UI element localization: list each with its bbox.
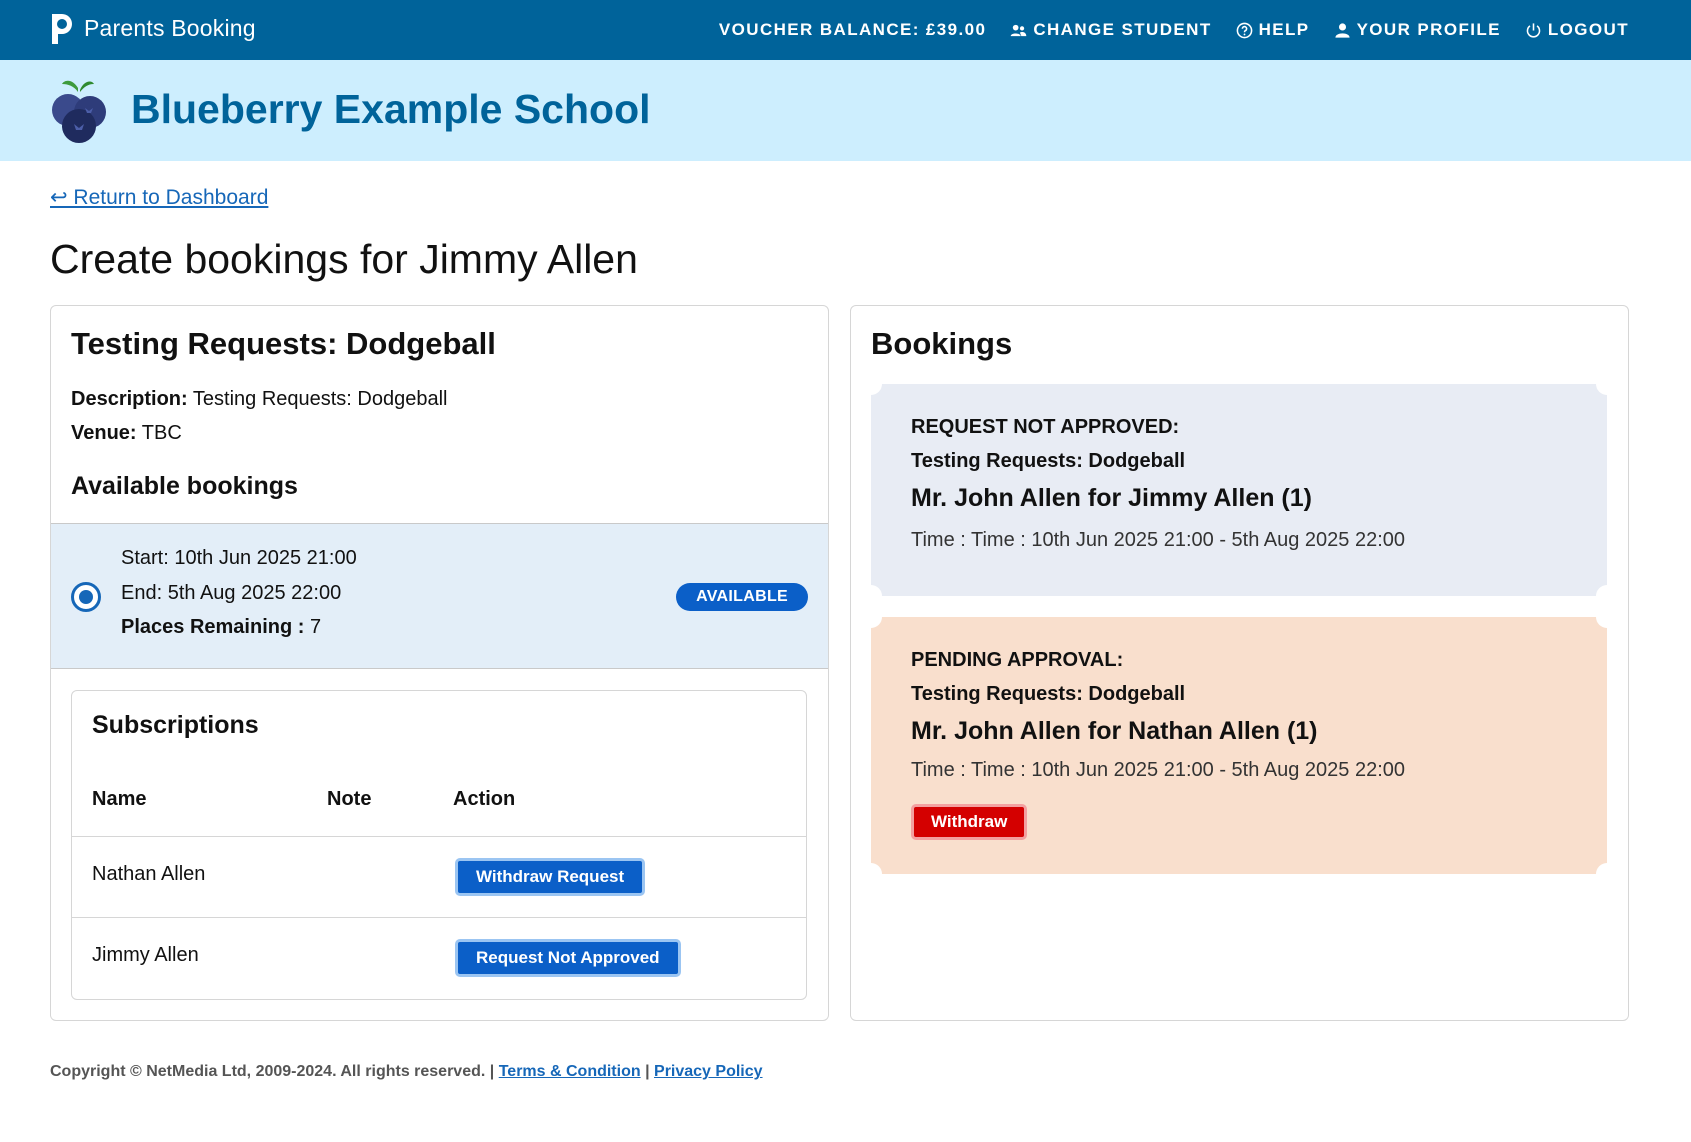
help-link[interactable]: HELP — [1236, 20, 1310, 40]
event-card: Testing Requests: Dodgeball Description:… — [50, 305, 829, 1021]
help-label: HELP — [1258, 20, 1310, 39]
request-not-approved-button[interactable]: Request Not Approved — [455, 939, 681, 977]
venue-value: TBC — [141, 422, 182, 444]
voucher-balance[interactable]: VOUCHER BALANCE: £39.00 — [719, 20, 986, 40]
event-venue: Venue: TBC — [71, 422, 182, 445]
event-title: Testing Requests: Dodgeball — [71, 326, 496, 361]
subscriptions-title: Subscriptions — [92, 711, 259, 739]
privacy-link[interactable]: Privacy Policy — [654, 1063, 763, 1080]
subscriber-name: Nathan Allen — [92, 863, 206, 885]
booking-status: REQUEST NOT APPROVED: — [911, 416, 1180, 438]
booking-time: Time : Time : 10th Jun 2025 21:00 - 5th … — [911, 759, 1406, 781]
places-value: 7 — [309, 616, 322, 638]
return-to-dashboard-link[interactable]: ↩ Return to Dashboard — [50, 185, 268, 210]
blueberry-logo-icon — [52, 80, 106, 143]
column-header-note: Note — [327, 788, 372, 810]
users-icon — [1011, 24, 1027, 36]
table-row: Jimmy Allen Request Not Approved — [72, 917, 806, 998]
booking-status: PENDING APPROVAL: — [911, 649, 1124, 671]
terms-link[interactable]: Terms & Condition — [499, 1063, 641, 1080]
withdraw-request-button[interactable]: Withdraw Request — [455, 858, 646, 896]
column-header-action: Action — [453, 788, 516, 810]
voucher-balance-label: VOUCHER BALANCE: £39.00 — [718, 20, 987, 39]
booking-time: Time : Time : 10th Jun 2025 21:00 - 5th … — [911, 529, 1406, 551]
ticket-notch — [1596, 373, 1618, 395]
ticket-notch — [860, 373, 882, 395]
ticket-notch — [1596, 606, 1618, 628]
logout-label: LOGOUT — [1547, 20, 1629, 39]
footer-separator: | — [645, 1063, 650, 1080]
slot-radio[interactable] — [71, 582, 101, 612]
booking-ticket-pending: PENDING APPROVAL: Testing Requests: Dodg… — [860, 606, 1618, 885]
venue-label: Venue: — [71, 422, 137, 444]
subscriptions-panel: Subscriptions Name Note Action Nathan Al… — [71, 690, 807, 1000]
ticket-notch — [1596, 585, 1618, 607]
footer: Copyright © NetMedia Ltd, 2009-2024. All… — [50, 1063, 763, 1081]
available-badge: AVAILABLE — [676, 583, 808, 611]
top-navbar: Parents Booking VOUCHER BALANCE: £39.00 … — [0, 0, 1691, 60]
slot-places: Places Remaining : 7 — [121, 616, 321, 639]
change-student-label: CHANGE STUDENT — [1033, 20, 1212, 39]
slot-start: Start: 10th Jun 2025 21:00 — [121, 547, 357, 569]
table-row: Nathan Allen Withdraw Request — [72, 836, 806, 917]
subscriber-name: Jimmy Allen — [92, 944, 199, 966]
help-icon — [1236, 22, 1252, 38]
withdraw-button[interactable]: Withdraw — [911, 804, 1028, 840]
ticket-notch — [860, 863, 882, 885]
booking-who: Mr. John Allen for Jimmy Allen (1) — [911, 484, 1312, 512]
page-title: Create bookings for Jimmy Allen — [50, 236, 638, 282]
booking-slot[interactable]: Start: 10th Jun 2025 21:00 End: 5th Aug … — [51, 523, 828, 669]
copyright-text: Copyright © NetMedia Ltd, 2009-2024. All… — [50, 1063, 495, 1080]
booking-ticket-not-approved: REQUEST NOT APPROVED: Testing Requests: … — [860, 373, 1618, 607]
booking-event: Testing Requests: Dodgeball — [911, 683, 1186, 705]
bookings-card: Bookings REQUEST NOT APPROVED: Testing R… — [850, 305, 1629, 1021]
ticket-notch — [860, 585, 882, 607]
bookings-title: Bookings — [871, 326, 1013, 361]
nav-menu: VOUCHER BALANCE: £39.00 CHANGE STUDENT H… — [719, 0, 1629, 60]
school-banner: Blueberry Example School — [0, 60, 1691, 161]
your-profile-link[interactable]: YOUR PROFILE — [1334, 20, 1501, 40]
places-label: Places Remaining : — [121, 616, 305, 638]
power-icon — [1526, 22, 1541, 37]
available-bookings-heading: Available bookings — [71, 472, 298, 500]
booking-who: Mr. John Allen for Nathan Allen (1) — [911, 717, 1318, 745]
brand[interactable]: Parents Booking — [48, 10, 256, 46]
event-description: Description: Testing Requests: Dodgeball — [71, 388, 448, 411]
school-name: Blueberry Example School — [131, 86, 651, 132]
your-profile-label: YOUR PROFILE — [1356, 20, 1501, 39]
ticket-notch — [860, 606, 882, 628]
brand-name: Parents Booking — [84, 14, 256, 41]
column-header-name: Name — [92, 788, 147, 810]
change-student-link[interactable]: CHANGE STUDENT — [1010, 20, 1211, 40]
slot-end: End: 5th Aug 2025 22:00 — [121, 582, 342, 604]
description-value: Testing Requests: Dodgeball — [192, 388, 448, 410]
ticket-notch — [1596, 863, 1618, 885]
description-label: Description: — [71, 388, 188, 410]
booking-event: Testing Requests: Dodgeball — [911, 450, 1186, 472]
logout-link[interactable]: LOGOUT — [1525, 20, 1629, 40]
user-icon — [1334, 22, 1350, 38]
parents-booking-logo-icon — [52, 14, 72, 44]
